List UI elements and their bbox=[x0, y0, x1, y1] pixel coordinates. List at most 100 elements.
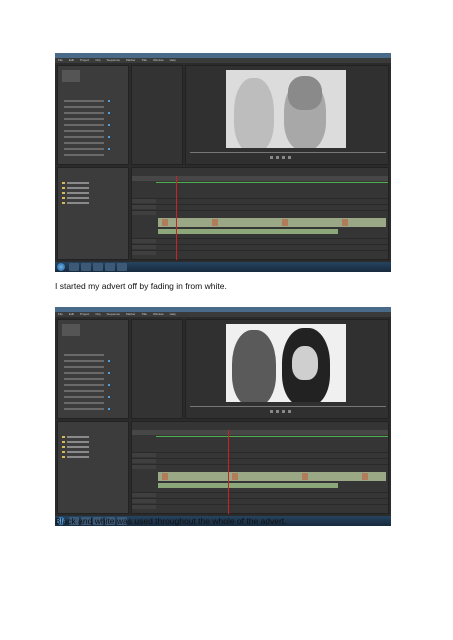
program-scrubber[interactable] bbox=[190, 152, 386, 153]
track-header[interactable] bbox=[132, 239, 156, 243]
project-item[interactable] bbox=[64, 124, 104, 126]
project-item[interactable] bbox=[64, 396, 104, 398]
audio-track[interactable] bbox=[132, 244, 388, 249]
project-item[interactable] bbox=[64, 118, 104, 120]
video-track[interactable] bbox=[132, 210, 388, 215]
menu-project[interactable]: Project bbox=[80, 312, 89, 316]
project-item[interactable] bbox=[64, 112, 104, 114]
start-button[interactable] bbox=[57, 263, 65, 271]
project-item[interactable] bbox=[64, 142, 104, 144]
project-item[interactable] bbox=[64, 136, 104, 138]
track-header[interactable] bbox=[132, 459, 156, 463]
clip-thumbnail bbox=[212, 219, 218, 226]
menu-marker[interactable]: Marker bbox=[126, 58, 135, 62]
effects-folder-label[interactable] bbox=[67, 441, 89, 443]
audio-clip[interactable] bbox=[158, 483, 338, 488]
taskbar-button[interactable] bbox=[93, 263, 103, 271]
effects-folder-label[interactable] bbox=[67, 446, 89, 448]
project-item[interactable] bbox=[64, 360, 104, 362]
track-header[interactable] bbox=[132, 493, 156, 497]
clip-type-icon bbox=[108, 136, 110, 138]
step-back-icon[interactable] bbox=[276, 410, 279, 413]
video-track[interactable] bbox=[132, 464, 388, 469]
menu-window[interactable]: Window bbox=[153, 58, 164, 62]
project-item[interactable] bbox=[64, 408, 104, 410]
video-clip-strip[interactable] bbox=[158, 218, 386, 227]
menu-sequence[interactable]: Sequence bbox=[107, 58, 121, 62]
effects-folder-label[interactable] bbox=[67, 202, 89, 204]
track-header[interactable] bbox=[132, 465, 156, 469]
track-header[interactable] bbox=[132, 499, 156, 503]
audio-track[interactable] bbox=[132, 250, 388, 255]
playhead[interactable] bbox=[228, 430, 229, 514]
audio-track[interactable] bbox=[132, 492, 388, 497]
project-item[interactable] bbox=[64, 130, 104, 132]
program-scrubber[interactable] bbox=[190, 406, 386, 407]
audio-track[interactable] bbox=[132, 504, 388, 509]
video-track[interactable] bbox=[132, 458, 388, 463]
effects-folder-label[interactable] bbox=[67, 456, 89, 458]
work-area-bar[interactable] bbox=[156, 436, 388, 437]
audio-track[interactable] bbox=[132, 498, 388, 503]
project-item[interactable] bbox=[64, 154, 104, 156]
work-area-bar[interactable] bbox=[156, 182, 388, 183]
loop-icon[interactable] bbox=[288, 156, 291, 159]
taskbar-button[interactable] bbox=[105, 263, 115, 271]
track-header[interactable] bbox=[132, 251, 156, 255]
audio-clip[interactable] bbox=[158, 229, 338, 234]
track-header[interactable] bbox=[132, 505, 156, 509]
timeline-ruler[interactable] bbox=[132, 176, 388, 181]
track-header[interactable] bbox=[132, 453, 156, 457]
menu-title[interactable]: Title bbox=[141, 312, 147, 316]
video-track[interactable] bbox=[132, 204, 388, 209]
playhead[interactable] bbox=[176, 176, 177, 260]
effects-folder-label[interactable] bbox=[67, 182, 89, 184]
track-header[interactable] bbox=[132, 205, 156, 209]
project-item[interactable] bbox=[64, 372, 104, 374]
play-button[interactable] bbox=[270, 410, 273, 413]
video-track[interactable] bbox=[132, 452, 388, 457]
step-back-icon[interactable] bbox=[276, 156, 279, 159]
menu-window[interactable]: Window bbox=[153, 312, 164, 316]
step-forward-icon[interactable] bbox=[282, 410, 285, 413]
project-item[interactable] bbox=[64, 354, 104, 356]
menu-marker[interactable]: Marker bbox=[126, 312, 135, 316]
project-item[interactable] bbox=[64, 366, 104, 368]
project-item[interactable] bbox=[64, 378, 104, 380]
project-item[interactable] bbox=[64, 384, 104, 386]
effects-folder-label[interactable] bbox=[67, 192, 89, 194]
project-item[interactable] bbox=[64, 106, 104, 108]
audio-track[interactable] bbox=[132, 238, 388, 243]
project-item[interactable] bbox=[64, 148, 104, 150]
track-header[interactable] bbox=[132, 245, 156, 249]
project-item[interactable] bbox=[64, 100, 104, 102]
taskbar-button[interactable] bbox=[81, 263, 91, 271]
loop-icon[interactable] bbox=[288, 410, 291, 413]
step-forward-icon[interactable] bbox=[282, 156, 285, 159]
track-header[interactable] bbox=[132, 211, 156, 215]
video-clip-strip[interactable] bbox=[158, 472, 386, 481]
effects-folder-label[interactable] bbox=[67, 197, 89, 199]
effects-folder-label[interactable] bbox=[67, 451, 89, 453]
menu-file[interactable]: File bbox=[58, 312, 63, 316]
menu-sequence[interactable]: Sequence bbox=[107, 312, 121, 316]
play-button[interactable] bbox=[270, 156, 273, 159]
project-item[interactable] bbox=[64, 402, 104, 404]
project-item[interactable] bbox=[64, 390, 104, 392]
effects-folder-label[interactable] bbox=[67, 436, 89, 438]
taskbar-button[interactable] bbox=[117, 263, 127, 271]
menu-edit[interactable]: Edit bbox=[69, 312, 74, 316]
menu-title[interactable]: Title bbox=[141, 58, 147, 62]
menu-help[interactable]: Help bbox=[170, 58, 176, 62]
video-track[interactable] bbox=[132, 198, 388, 203]
menu-clip[interactable]: Clip bbox=[95, 58, 100, 62]
menu-project[interactable]: Project bbox=[80, 58, 89, 62]
menu-edit[interactable]: Edit bbox=[69, 58, 74, 62]
menu-help[interactable]: Help bbox=[170, 312, 176, 316]
taskbar-button[interactable] bbox=[69, 263, 79, 271]
timeline-ruler[interactable] bbox=[132, 430, 388, 435]
menu-file[interactable]: File bbox=[58, 58, 63, 62]
menu-clip[interactable]: Clip bbox=[95, 312, 100, 316]
effects-folder-label[interactable] bbox=[67, 187, 89, 189]
track-header[interactable] bbox=[132, 199, 156, 203]
